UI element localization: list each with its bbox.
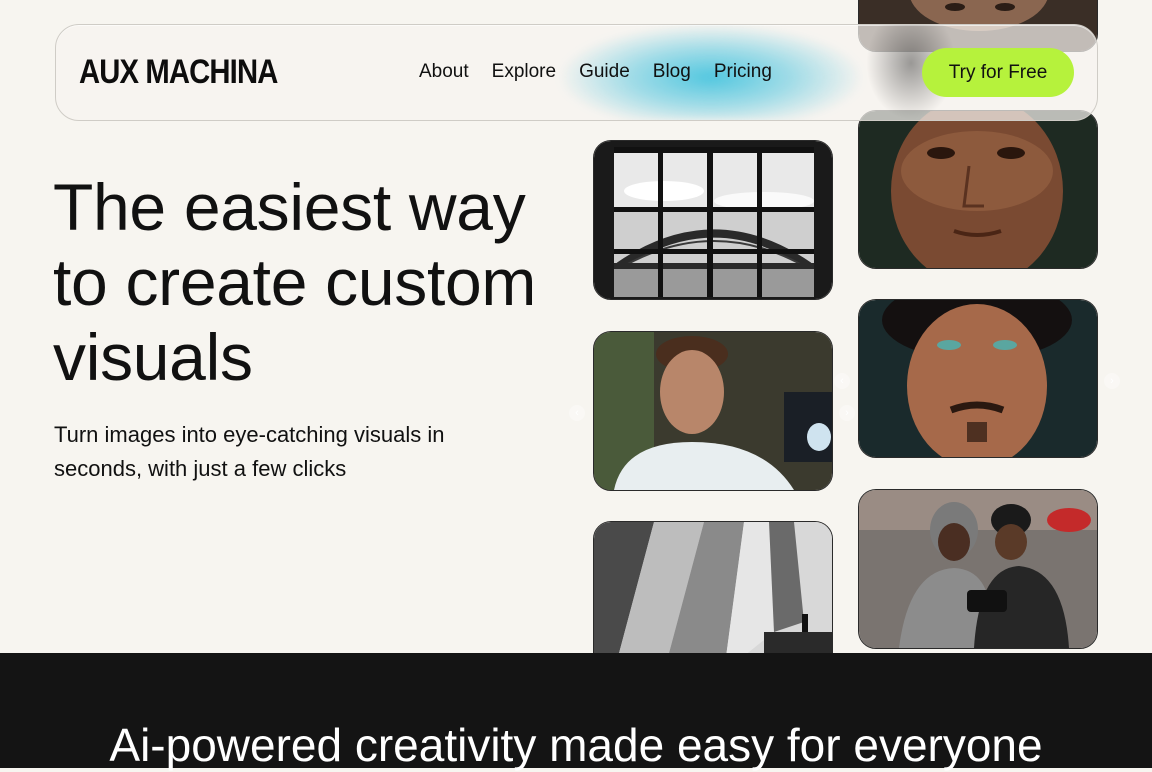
main-menu: About Explore Guide Blog Pricing bbox=[419, 61, 795, 83]
people-with-camera-photo bbox=[858, 489, 1098, 649]
man-at-desk-photo bbox=[593, 331, 833, 491]
nav-link-guide[interactable]: Guide bbox=[579, 61, 630, 83]
gallery-next-arrow[interactable]: › bbox=[839, 405, 855, 421]
gallery-next-arrow-right[interactable]: › bbox=[1104, 373, 1120, 389]
try-for-free-button[interactable]: Try for Free bbox=[922, 48, 1074, 97]
brand-logo[interactable]: AUX MACHINA bbox=[79, 53, 278, 92]
nav-link-blog[interactable]: Blog bbox=[653, 61, 691, 83]
architecture-photo bbox=[593, 521, 833, 673]
gallery-prev-arrow[interactable]: ‹ bbox=[569, 405, 585, 421]
freckled-man-portrait bbox=[858, 299, 1098, 458]
navbar: AUX MACHINA About Explore Guide Blog Pri… bbox=[55, 24, 1098, 121]
section-title: Ai-powered creativity made easy for ever… bbox=[109, 719, 1043, 771]
nav-link-explore[interactable]: Explore bbox=[492, 61, 556, 83]
older-man-portrait bbox=[858, 110, 1098, 269]
nav-link-pricing[interactable]: Pricing bbox=[714, 61, 772, 83]
nav-link-about[interactable]: About bbox=[419, 61, 469, 83]
gallery-prev-arrow-right[interactable]: ‹ bbox=[834, 373, 850, 389]
hero-headline: The easiest way to create custom visuals bbox=[53, 170, 537, 394]
window-bridge-photo bbox=[593, 140, 833, 300]
hero-subheadline: Turn images into eye-catching visuals in… bbox=[54, 422, 445, 481]
